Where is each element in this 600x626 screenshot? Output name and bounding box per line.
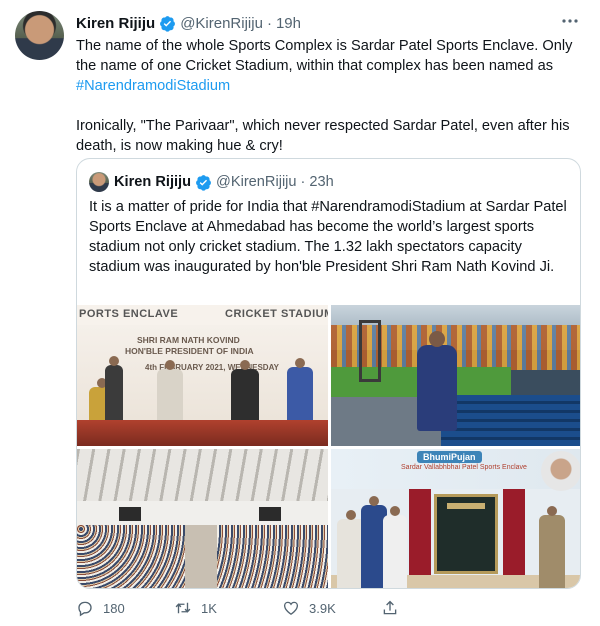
avatar[interactable]: [15, 11, 64, 60]
portrait: [541, 451, 580, 491]
separator-dot: ·: [300, 174, 306, 190]
media-image-1[interactable]: PORTS ENCLAVE CRICKET STADIUM SHRI RAM N…: [77, 305, 328, 446]
stage-flowers: [77, 420, 328, 446]
quoted-author-name: Kiren Rijiju: [114, 174, 192, 190]
quoted-tweet[interactable]: Kiren Rijiju @KirenRijiju · 23h It is a …: [76, 158, 581, 589]
tweet-paragraph-1: The name of the whole Sports Complex is …: [76, 36, 586, 96]
media-image-4[interactable]: BhumiPujan Sardar Vallabhbhai Patel Spor…: [331, 449, 580, 588]
image-banner-right: CRICKET STADIUM: [225, 308, 328, 320]
plaque-emblem: [447, 503, 485, 509]
stadium-seats: [441, 395, 580, 446]
quoted-text: It is a matter of pride for India that #…: [89, 199, 567, 275]
tweet-time[interactable]: 19h: [276, 15, 301, 32]
reply-button[interactable]: 180: [76, 597, 125, 619]
figure: [105, 356, 123, 423]
image-banner-left: PORTS ENCLAVE: [79, 308, 179, 320]
hall-screen: [119, 507, 141, 521]
window-frame: [359, 320, 381, 382]
image-caption-line-2: HON'BLE PRESIDENT OF INDIA: [125, 346, 254, 356]
image-title: BhumiPujan: [417, 451, 482, 463]
quoted-author-handle: @KirenRijiju: [216, 174, 297, 190]
like-count: 3.9K: [309, 600, 336, 616]
quoted-header: Kiren Rijiju @KirenRijiju · 23h: [89, 171, 334, 193]
hall-screen: [259, 507, 281, 521]
share-button[interactable]: [381, 597, 408, 619]
like-icon: [283, 601, 299, 615]
foundation-plaque: [434, 494, 498, 574]
hashtag-link[interactable]: #NarendramodiStadium: [76, 78, 230, 94]
retweet-icon: [175, 602, 191, 614]
like-button[interactable]: 3.9K: [282, 597, 336, 619]
hall-roof: [77, 449, 328, 501]
author-name[interactable]: Kiren Rijiju: [76, 15, 155, 32]
media-image-2[interactable]: [331, 305, 580, 446]
tweet[interactable]: Kiren Rijiju @KirenRijiju · 19h The name…: [0, 0, 600, 626]
figure: [383, 506, 407, 588]
verified-icon: [196, 174, 211, 191]
more-icon[interactable]: [560, 14, 580, 28]
tweet-header: Kiren Rijiju @KirenRijiju · 19h: [76, 13, 301, 33]
hall-wall: [77, 501, 328, 525]
curtain-left: [409, 489, 431, 588]
figure: [539, 506, 565, 588]
share-icon: [383, 600, 397, 615]
hall-aisle: [185, 525, 217, 588]
image-caption-line-1: SHRI RAM NATH KOVIND: [137, 335, 240, 345]
separator-dot: ·: [266, 14, 272, 32]
action-bar: 180 1K 3.9K: [76, 597, 516, 619]
curtain-right: [503, 489, 525, 588]
author-handle[interactable]: @KirenRijiju: [180, 15, 263, 32]
quoted-time: 23h: [309, 174, 334, 190]
image-subtitle: Sardar Vallabhbhai Patel Sports Enclave: [401, 464, 527, 471]
tweet-text: The name of the whole Sports Complex is …: [76, 36, 586, 156]
verified-icon: [160, 15, 176, 32]
figure: [417, 331, 457, 431]
reply-icon: [78, 601, 92, 617]
retweet-count: 1K: [201, 600, 217, 616]
media-image-3[interactable]: [77, 449, 328, 588]
retweet-button[interactable]: 1K: [174, 597, 217, 619]
media-grid: PORTS ENCLAVE CRICKET STADIUM SHRI RAM N…: [77, 305, 580, 588]
quoted-avatar: [89, 172, 109, 192]
tweet-paragraph-2: Ironically, "The Parivaar", which never …: [76, 118, 570, 154]
reply-count: 180: [103, 600, 125, 616]
tweet-paragraph-1-text: The name of the whole Sports Complex is …: [76, 38, 573, 74]
